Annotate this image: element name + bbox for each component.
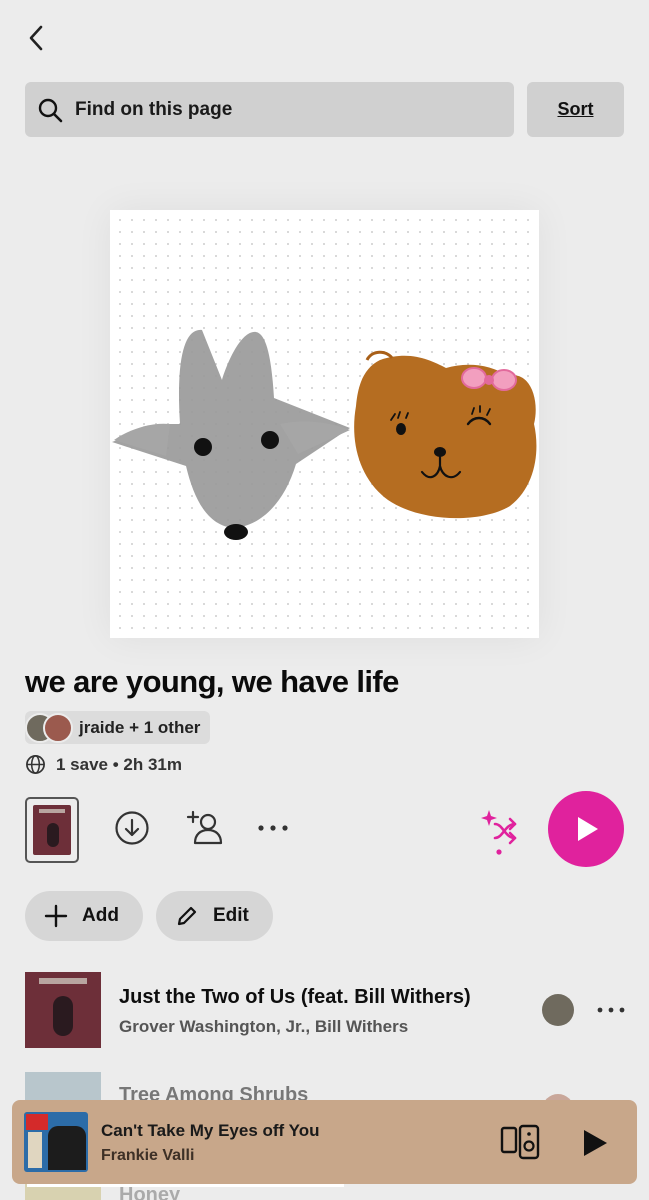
connect-device-button[interactable] <box>498 1122 542 1162</box>
search-placeholder: Find on this page <box>75 98 233 120</box>
now-playing-bar[interactable]: Can't Take My Eyes off You Frankie Valli <box>12 1100 637 1184</box>
playlist-title: we are young, we have life <box>25 664 399 699</box>
added-by-avatar[interactable] <box>542 994 574 1026</box>
add-user-icon <box>186 810 223 845</box>
mini-play-button[interactable] <box>578 1126 612 1160</box>
track-artist: Grover Washington, Jr., Bill Withers <box>119 1017 409 1036</box>
download-button[interactable] <box>112 808 152 848</box>
speaker-device-icon <box>500 1124 540 1160</box>
more-icon <box>597 1007 625 1013</box>
add-collaborator-button[interactable] <box>181 806 227 848</box>
edit-label: Edit <box>213 905 249 926</box>
track-row[interactable]: Just the Two of Us (feat. Bill Withers) … <box>0 970 649 1050</box>
play-icon <box>584 1130 607 1156</box>
playback-progress-bar <box>27 1184 344 1187</box>
download-icon <box>115 811 149 845</box>
search-icon <box>38 98 63 122</box>
save-duration: 1 save • 2h 31m <box>56 754 182 774</box>
avatar <box>43 712 73 743</box>
more-options-button[interactable] <box>255 816 291 840</box>
playlist-meta: 1 save • 2h 31m <box>25 754 182 775</box>
track-more-button[interactable] <box>594 998 628 1022</box>
album-thumbnail <box>33 805 71 855</box>
now-playing-artwork <box>24 1112 88 1172</box>
play-icon <box>578 817 598 841</box>
back-button[interactable] <box>18 20 54 56</box>
plus-icon <box>44 904 68 928</box>
playlist-cover <box>110 210 539 638</box>
globe-icon <box>26 755 45 774</box>
sort-button[interactable]: Sort <box>527 82 624 137</box>
edit-button[interactable]: Edit <box>156 891 273 941</box>
chevron-left-icon <box>29 25 43 51</box>
owners-chip[interactable]: jraide + 1 other <box>25 711 211 744</box>
smart-shuffle-icon <box>481 810 517 855</box>
add-label: Add <box>82 905 119 926</box>
pencil-icon <box>177 906 197 926</box>
playlist-preview-button[interactable] <box>25 797 79 863</box>
more-icon <box>258 825 288 831</box>
now-playing-title: Can't Take My Eyes off You <box>101 1121 320 1140</box>
track-artwork <box>25 972 101 1048</box>
search-input[interactable]: Find on this page <box>25 82 514 137</box>
add-button[interactable]: Add <box>25 891 143 941</box>
track-title: Just the Two of Us (feat. Bill Withers) <box>119 986 471 1008</box>
owners-label: jraide + 1 other <box>79 717 201 737</box>
smart-shuffle-button[interactable] <box>474 806 522 858</box>
now-playing-artist: Frankie Valli <box>101 1147 195 1164</box>
play-button[interactable] <box>548 791 624 867</box>
